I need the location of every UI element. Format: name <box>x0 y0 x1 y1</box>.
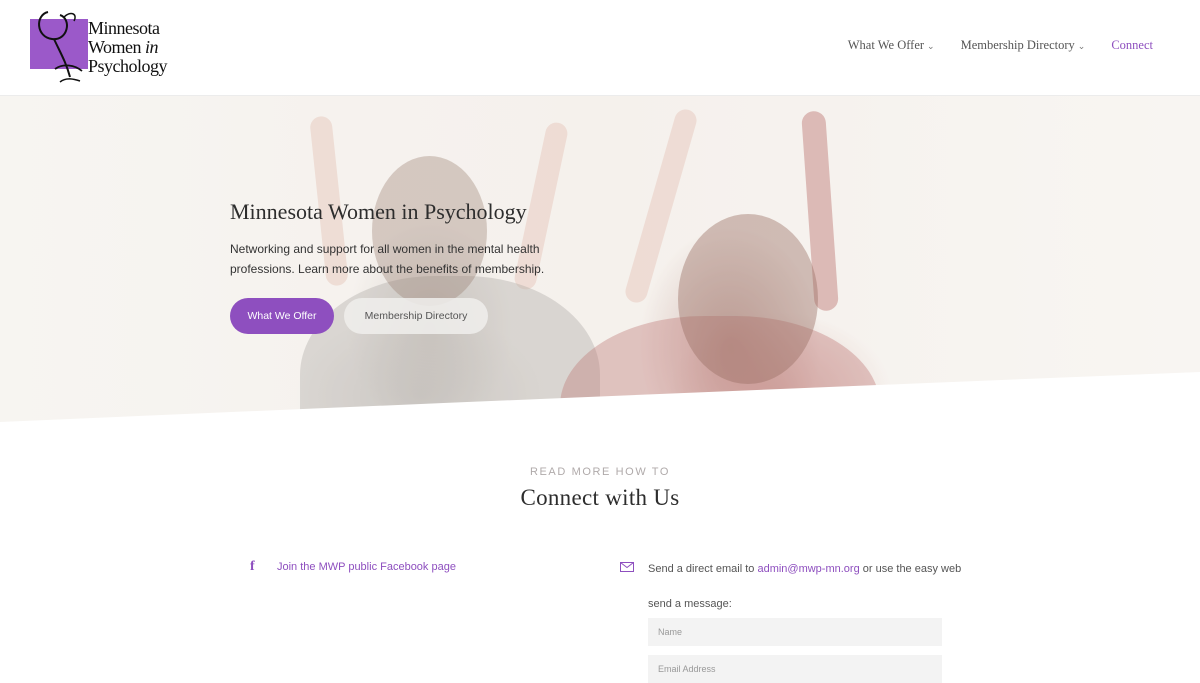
nav-item-membership-directory[interactable]: Membership Directory ⌄ <box>961 38 1086 53</box>
site-logo[interactable]: Minnesota Women in Psychology <box>30 7 180 85</box>
envelope-icon <box>620 562 634 572</box>
logo-line-2: Women in <box>88 37 159 57</box>
hero-bottom-curve <box>0 372 1200 424</box>
logo-line-1: Minnesota <box>88 18 160 38</box>
logo-wordmark: Minnesota Women in Psychology <box>88 18 168 76</box>
nav-item-what-we-offer[interactable]: What We Offer ⌄ <box>848 38 935 53</box>
section-eyebrow: READ MORE HOW TO <box>529 466 671 478</box>
chevron-down-icon: ⌄ <box>927 41 935 51</box>
hero-section: Minnesota Women in Psychology Networking… <box>0 96 1200 424</box>
section-title: Connect with Us <box>520 485 680 510</box>
send-message-label: send a message: <box>648 598 732 610</box>
email-intro-text: Send a direct email to admin@mwp-mn.org … <box>648 563 962 575</box>
logo-line-3: Psychology <box>88 56 168 76</box>
facebook-icon[interactable]: f <box>250 559 270 575</box>
facebook-row: f Join the MWP public Facebook page <box>250 559 456 575</box>
facebook-link[interactable]: Join the MWP public Facebook page <box>277 561 456 573</box>
nav-item-connect[interactable]: Connect <box>1111 38 1153 53</box>
chevron-down-icon: ⌄ <box>1077 41 1086 51</box>
site-header: Minnesota Women in Psychology What We Of… <box>0 0 1200 96</box>
main-nav: What We Offer ⌄ Membership Directory ⌄ Con… <box>822 38 1153 53</box>
name-field[interactable] <box>648 618 942 646</box>
email-address-field[interactable] <box>648 655 942 683</box>
email-address-link[interactable]: admin@mwp-mn.org <box>757 563 859 575</box>
